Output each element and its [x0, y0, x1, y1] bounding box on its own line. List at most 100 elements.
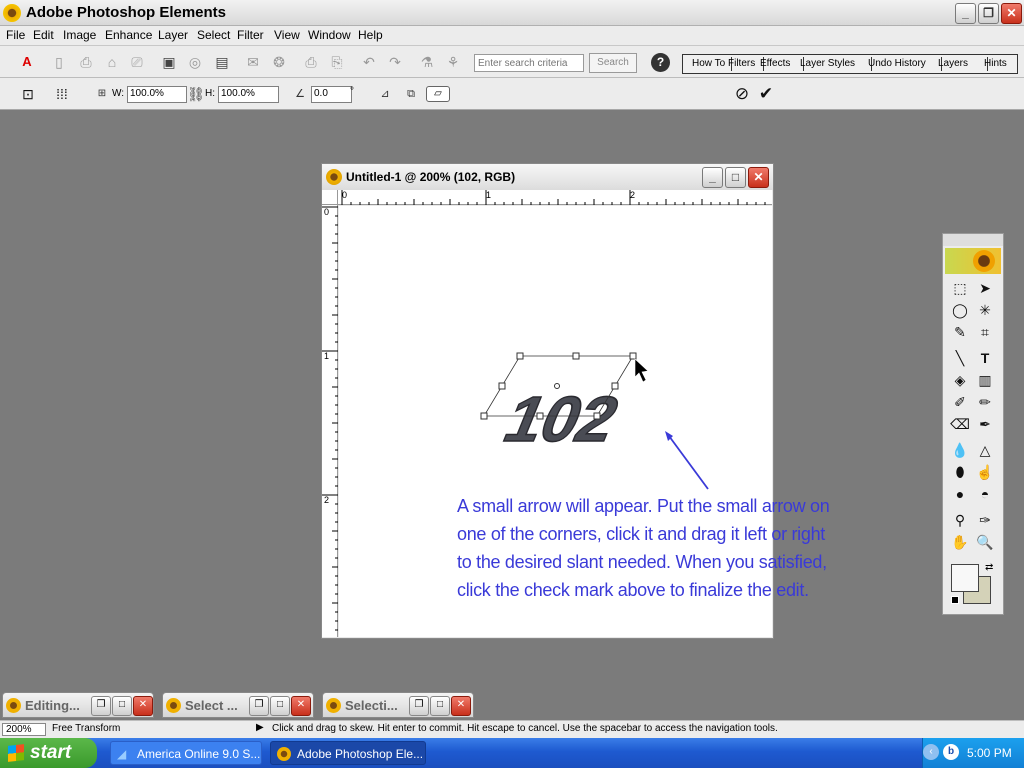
zoom-level-field[interactable]: 200%	[2, 723, 46, 736]
email-icon[interactable]: ✉	[244, 53, 262, 71]
perspective-icon[interactable]: ▱	[426, 86, 450, 102]
photo-browser-icon[interactable]: ⚘	[444, 53, 462, 71]
zoom-tool-icon[interactable]: 🔍	[974, 532, 996, 552]
restore-icon[interactable]: ❐	[978, 3, 999, 24]
start-button[interactable]: start	[0, 738, 97, 768]
vertical-ruler[interactable]: 0 1 2	[322, 205, 338, 637]
magic-wand-tool-icon[interactable]: ✳	[974, 300, 996, 320]
bin-restore-icon[interactable]: ❐	[91, 696, 111, 716]
step-backward-icon[interactable]: ↶	[360, 53, 378, 71]
skew-icon[interactable]: ⊿	[376, 85, 394, 103]
doc-minimize-icon[interactable]: _	[702, 167, 723, 188]
bin-restore-icon[interactable]: ❐	[409, 696, 429, 716]
close-icon[interactable]: ✕	[1001, 3, 1022, 24]
menu-window[interactable]: Window	[308, 28, 351, 42]
angle-field[interactable]: 0.0	[311, 86, 352, 103]
bin-window-editing[interactable]: Editing... ❐ □ ✕	[2, 692, 154, 718]
menu-file[interactable]: File	[6, 28, 25, 42]
default-colors-icon[interactable]	[951, 596, 959, 604]
adobe-logo-icon[interactable]: A	[18, 53, 36, 71]
eraser-tool-icon[interactable]: ⌫	[949, 414, 971, 434]
paint-bucket-tool-icon[interactable]: ◈	[949, 370, 971, 390]
foreground-color-swatch[interactable]	[951, 564, 979, 592]
search-input[interactable]	[474, 54, 584, 72]
height-field[interactable]: 100.0%	[218, 86, 279, 103]
red-eye-tool-icon[interactable]: ✒	[974, 414, 996, 434]
dodge-tool-icon[interactable]: ●	[949, 484, 971, 504]
bin-close-icon[interactable]: ✕	[291, 696, 311, 716]
menu-view[interactable]: View	[274, 28, 300, 42]
tab-hints[interactable]: Hints	[981, 57, 1007, 71]
lasso-tool-icon[interactable]: ◯	[949, 300, 971, 320]
menu-help[interactable]: Help	[358, 28, 383, 42]
quick-fix-icon[interactable]: ⚗	[418, 53, 436, 71]
smudge-tool-icon[interactable]: ☝	[974, 462, 996, 482]
menu-image[interactable]: Image	[63, 28, 96, 42]
reference-point-icon[interactable]: ⁞⁞⁞	[53, 85, 71, 103]
bin-window-select[interactable]: Select ... ❐ □ ✕	[162, 692, 314, 718]
crop-tool-icon[interactable]: ⌗	[974, 322, 996, 342]
new-file-icon[interactable]: ▯	[50, 53, 68, 71]
text-layer-102[interactable]: 102	[493, 384, 630, 457]
commit-transform-icon[interactable]: ✔	[757, 85, 775, 103]
scale-icon[interactable]: ⊞	[93, 85, 111, 103]
selection-brush-tool-icon[interactable]: ✎	[949, 322, 971, 342]
bin-restore-icon[interactable]: ❐	[249, 696, 269, 716]
tab-undo-history[interactable]: Undo History	[865, 57, 942, 71]
clone-stamp-tool-icon[interactable]: ⚲	[949, 510, 971, 530]
hand-tool-icon[interactable]: ✋	[949, 532, 971, 552]
menu-select[interactable]: Select	[197, 28, 230, 42]
doc-maximize-icon[interactable]: □	[725, 167, 746, 188]
burn-tool-icon[interactable]: ◓	[974, 484, 996, 504]
bin-maximize-icon[interactable]: □	[270, 696, 290, 716]
type-tool-icon[interactable]: T	[974, 348, 996, 368]
tray-aol-icon[interactable]: b	[943, 744, 959, 760]
import-icon[interactable]: ⌂	[103, 53, 121, 71]
bin-window-selection[interactable]: Selecti... ❐ □ ✕	[322, 692, 474, 718]
save-for-web-icon[interactable]: ◎	[186, 53, 204, 71]
print-online-icon[interactable]: ⎘	[328, 53, 346, 71]
tab-layer-styles[interactable]: Layer Styles	[797, 57, 872, 71]
toolbox-gripper[interactable]	[943, 234, 1003, 246]
sharpen-tool-icon[interactable]: △	[974, 440, 996, 460]
scanner-icon[interactable]: ⎚	[128, 53, 146, 71]
search-button[interactable]: Search	[589, 53, 637, 73]
save-icon[interactable]: ▣	[160, 53, 178, 71]
brush-tool-icon[interactable]: ✐	[949, 392, 971, 412]
width-field[interactable]: 100.0%	[127, 86, 187, 103]
menu-enhance[interactable]: Enhance	[105, 28, 152, 42]
eyedropper-tool-icon[interactable]: ✑	[974, 510, 996, 530]
taskbar-item-photoshop[interactable]: Adobe Photoshop Ele...	[270, 741, 426, 765]
menu-filter[interactable]: Filter	[237, 28, 264, 42]
ruler-origin[interactable]	[322, 190, 338, 205]
pencil-tool-icon[interactable]: ✏	[974, 392, 996, 412]
bin-maximize-icon[interactable]: □	[112, 696, 132, 716]
open-file-icon[interactable]: ⎙	[77, 53, 95, 71]
help-icon[interactable]: ?	[651, 53, 670, 72]
online-services-icon[interactable]: ❂	[270, 53, 288, 71]
bin-close-icon[interactable]: ✕	[451, 696, 471, 716]
move-tool-icon[interactable]: ➤	[974, 278, 996, 298]
minimize-icon[interactable]: _	[955, 3, 976, 24]
bin-maximize-icon[interactable]: □	[430, 696, 450, 716]
taskbar-item-aol[interactable]: ◢ America Online 9.0 S...	[110, 741, 262, 765]
menu-layer[interactable]: Layer	[158, 28, 188, 42]
horizontal-ruler[interactable]: 0 1 2	[338, 190, 772, 205]
blur-tool-icon[interactable]: 💧	[949, 440, 971, 460]
distort-icon[interactable]: ⧉	[402, 85, 420, 103]
step-forward-icon[interactable]: ↷	[386, 53, 404, 71]
swap-colors-icon[interactable]: ⇄	[985, 562, 993, 573]
print-preview-icon[interactable]: ▤	[213, 53, 231, 71]
gradient-tool-icon[interactable]: ▥	[974, 370, 996, 390]
status-expand-icon[interactable]: ▶	[256, 722, 264, 733]
link-icon[interactable]: ⛓	[187, 85, 205, 103]
transform-tool-icon[interactable]: ⊡	[19, 85, 37, 103]
doc-close-icon[interactable]: ✕	[748, 167, 769, 188]
marquee-tool-icon[interactable]: ⬚	[949, 278, 971, 298]
bin-close-icon[interactable]: ✕	[133, 696, 153, 716]
print-icon[interactable]: ⎙	[302, 53, 320, 71]
cancel-transform-icon[interactable]: ⊘	[733, 85, 751, 103]
toolbox-logo-icon[interactable]	[945, 248, 1001, 274]
line-tool-icon[interactable]: ╲	[949, 348, 971, 368]
sponge-tool-icon[interactable]: ⬮	[949, 462, 971, 482]
